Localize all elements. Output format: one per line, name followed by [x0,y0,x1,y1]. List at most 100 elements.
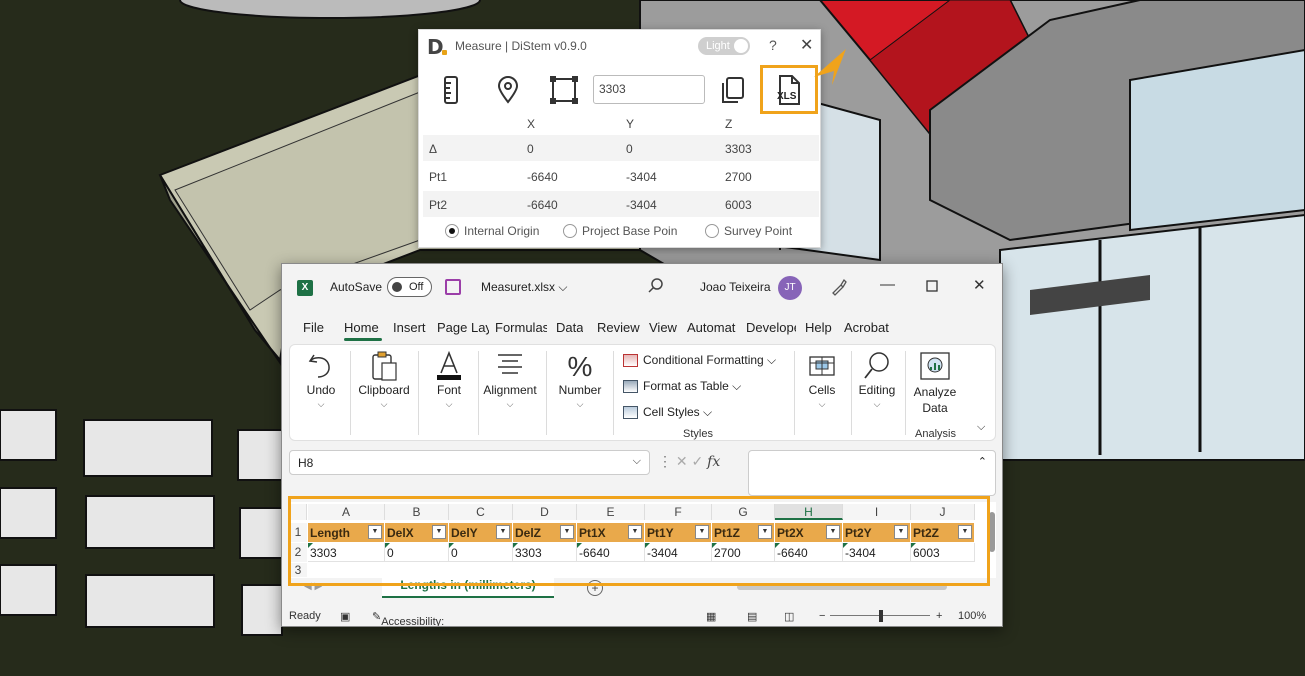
origin-selector: Internal Origin Project Base Poin Survey… [419,222,820,242]
name-box-value: H8 [298,456,314,470]
tab-file[interactable]: File [303,320,324,335]
tab-home[interactable]: Home [344,320,379,335]
location-pin-icon [497,76,519,104]
designer-pen-icon[interactable] [830,278,848,296]
zoom-in-icon[interactable]: + [936,610,942,622]
radio-internal-origin[interactable]: Internal Origin [445,224,539,238]
point-tool-button[interactable] [488,70,528,110]
chevron-down-icon: ⌵ [576,399,584,409]
window-close-icon[interactable]: ✕ [973,276,986,294]
page-break-view-icon[interactable]: ◫ [784,610,794,623]
analyze-data-button[interactable]: Analyze Data [908,345,962,440]
search-icon[interactable] [648,278,664,294]
styles-group-label: Styles [683,428,713,440]
active-tab-underline [344,338,382,341]
analyze-line1: Analyze [913,385,957,399]
accessibility-status[interactable]: ✎ Accessibility: Good to go [372,610,444,626]
avatar[interactable]: JT [778,276,802,300]
expand-formula-bar-icon[interactable]: ⌃ [978,455,987,468]
distem-logo-dot [442,50,447,55]
user-name: Joao Teixeira [700,280,771,294]
alignment-label: Alignment [483,383,537,397]
row-z: 2700 [725,170,752,184]
radio-dot [445,224,459,238]
chevron-down-icon: ⌵ [380,399,388,409]
percent-icon: % [567,351,593,382]
tab-review[interactable]: Review [597,320,640,335]
export-xls-button[interactable]: XLS [760,65,818,114]
maximize-icon[interactable] [926,280,938,292]
radio-survey-point[interactable]: Survey Point [705,224,792,238]
measured-value-field[interactable]: 3303 [593,75,705,104]
alignment-button[interactable]: Alignment ⌵ [480,345,540,440]
tab-help[interactable]: Help [805,320,832,335]
cell-styles-label: Cell Styles ⌵ [643,405,713,419]
tab-acrobat[interactable]: Acrobat [844,320,889,335]
measure-titlebar: D Measure | DiStem v0.9.0 Light ? ✕ [419,30,820,62]
bounding-box-icon [550,76,578,104]
radio-label: Project Base Poin [582,224,678,238]
insert-function-button[interactable]: fx [707,454,720,470]
undo-button[interactable]: Undo ⌵ [296,345,346,440]
pt2-row: Pt2 -6640 -3404 6003 [423,191,819,217]
theme-toggle[interactable]: Light [698,37,750,55]
ruler-icon [444,76,458,104]
conditional-formatting-button[interactable]: Conditional Formatting ⌵ [623,353,776,368]
tab-view[interactable]: View [649,320,677,335]
analyze-line2: Data [922,401,948,415]
font-icon [437,351,461,380]
box-tool-button[interactable] [544,70,584,110]
minimize-icon[interactable]: — [880,276,895,293]
enter-icon[interactable]: ✓ [692,453,704,469]
cancel-icon[interactable]: ✕ [676,453,688,469]
cells-icon [809,356,835,376]
save-icon[interactable] [445,279,461,295]
chevron-down-icon: ⌵ [506,399,514,409]
ruler-tool-button[interactable] [431,70,471,110]
ribbon-divider [905,351,906,435]
autosave-label: AutoSave [330,280,383,294]
row-z: 6003 [725,198,752,212]
row-label: Δ [429,142,438,156]
tab-page-layout[interactable]: Page Lay [437,320,489,335]
copy-button[interactable] [713,70,753,110]
tab-developer[interactable]: Develope [746,320,796,335]
file-name-menu[interactable]: Measuret.xlsx ⌵ [481,280,567,295]
tab-data[interactable]: Data [556,320,583,335]
zoom-slider-thumb[interactable] [879,610,883,622]
highlight-arrow-icon [814,49,846,85]
number-button[interactable]: % Number ⌵ [550,345,610,440]
row-y: -3404 [626,198,657,212]
autosave-toggle[interactable]: Off [387,277,432,297]
radio-dot [705,224,719,238]
cells-button[interactable]: Cells ⌵ [798,345,846,440]
clipboard-button[interactable]: Clipboard ⌵ [354,345,414,440]
cell-styles-button[interactable]: Cell Styles ⌵ [623,405,712,420]
ribbon: Undo ⌵ Clipboard ⌵ Font ⌵ Alignment ⌵ % … [289,344,996,441]
format-as-table-button[interactable]: Format as Table ⌵ [623,379,741,394]
collapse-ribbon-icon[interactable]: ⌵ [977,421,985,434]
distem-logo: D [427,35,444,59]
formula-bar-input[interactable]: ⌃ [748,450,996,496]
measure-title: Measure | DiStem v0.9.0 [455,39,587,53]
editing-button[interactable]: Editing ⌵ [852,345,902,440]
row-x: 0 [527,142,534,156]
row-x: -6640 [527,198,558,212]
macro-recording-icon[interactable]: ▣ [340,610,350,623]
zoom-level[interactable]: 100% [958,610,986,622]
chevron-down-icon: ⌵ [818,399,826,409]
font-button[interactable]: Font ⌵ [424,345,474,440]
row-label: Pt1 [429,170,448,184]
help-button[interactable]: ? [769,37,777,53]
zoom-out-icon[interactable]: − [819,610,825,622]
format-as-table-label: Format as Table ⌵ [643,379,742,393]
row-z: 3303 [725,142,752,156]
page-layout-view-icon[interactable]: ▤ [747,610,757,623]
normal-view-icon[interactable]: ▦ [706,610,716,623]
radio-project-base-point[interactable]: Project Base Poin [563,224,677,238]
tab-automate[interactable]: Automat [687,320,737,335]
tab-formulas[interactable]: Formulas [495,320,547,335]
clipboard-label: Clipboard [358,383,410,397]
tab-insert[interactable]: Insert [393,320,426,335]
name-box[interactable]: H8 ⌵ [289,450,650,475]
